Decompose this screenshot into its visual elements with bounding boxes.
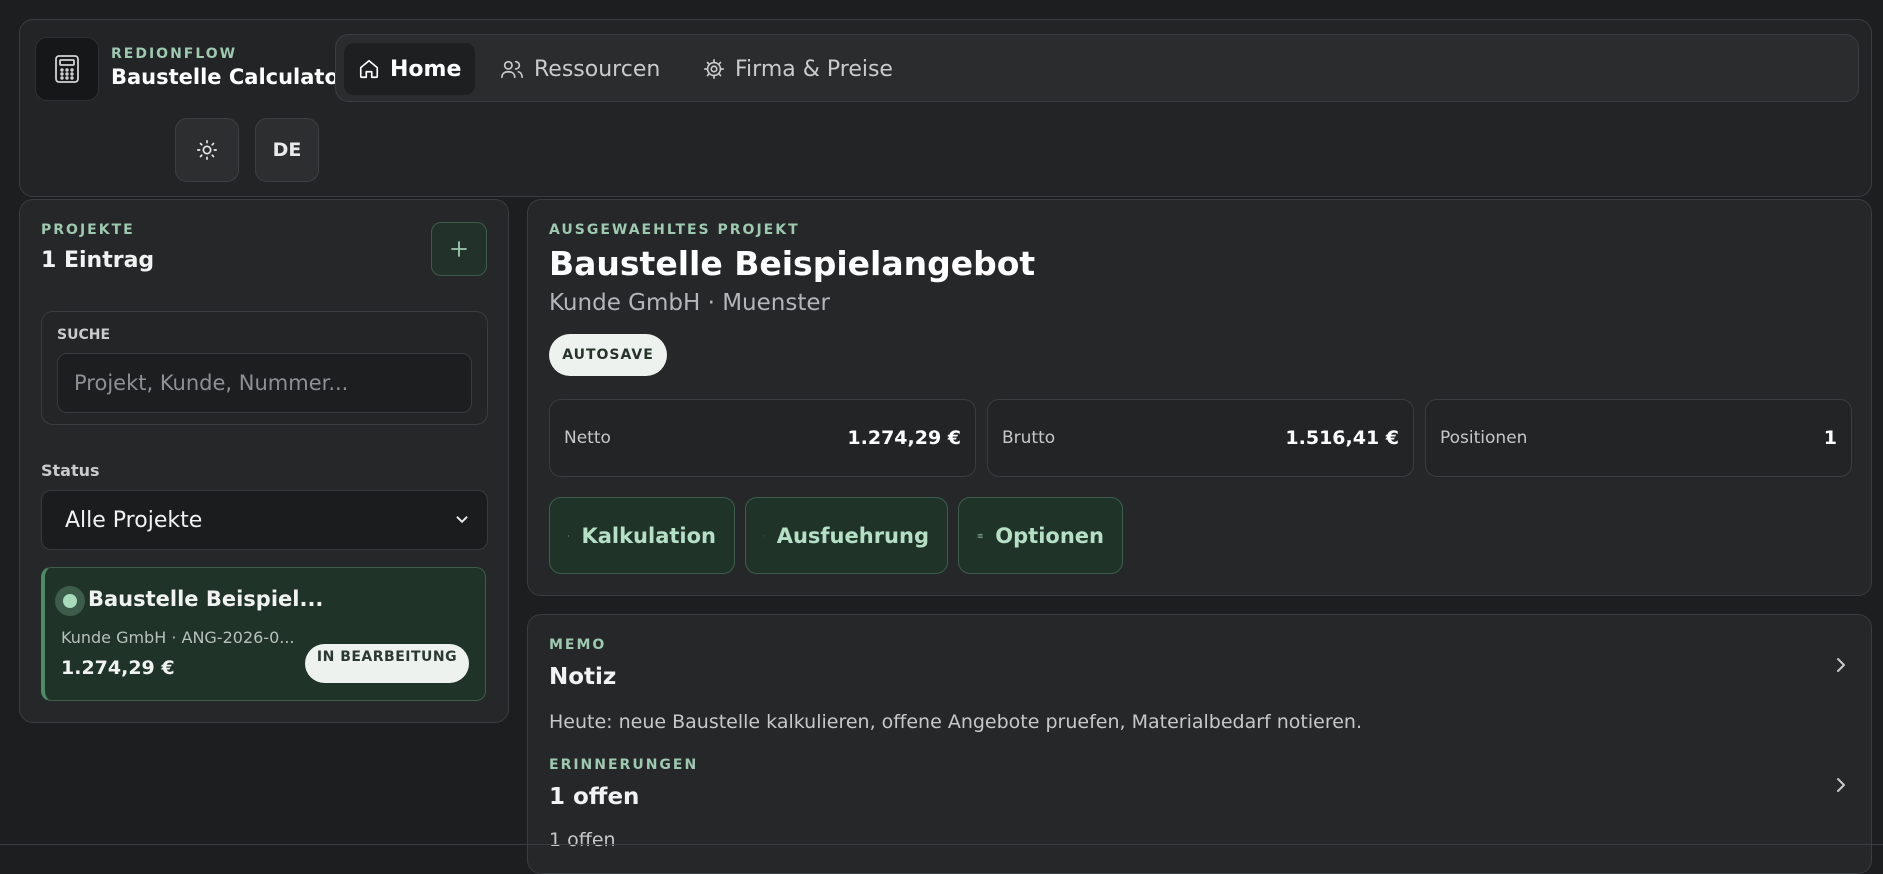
- status-badge: IN BEARBEITUNG: [305, 644, 469, 683]
- projects-sidebar: PROJEKTE 1 Eintrag SUCHE Status Alle Pro…: [19, 199, 509, 723]
- chevron-right-icon[interactable]: [1833, 655, 1849, 675]
- reminders-text: 1 offen: [549, 829, 616, 851]
- home-icon: [358, 58, 380, 80]
- selected-project-card: AUSGEWAEHLTES PROJEKT Baustelle Beispiel…: [527, 199, 1872, 596]
- selected-project-eyebrow: AUSGEWAEHLTES PROJEKT: [549, 222, 800, 238]
- memo-card: MEMO Notiz Heute: neue Baustelle kalkuli…: [527, 614, 1872, 874]
- theme-toggle-button[interactable]: [175, 118, 239, 182]
- status-select[interactable]: Alle Projekte: [41, 490, 488, 550]
- autosave-badge: AUTOSAVE: [549, 334, 667, 376]
- app-header: REDIONFLOW Baustelle Calculator Home Res…: [19, 19, 1872, 197]
- plus-icon: [449, 239, 469, 259]
- stat-positionen: Positionen 1: [1425, 399, 1852, 477]
- status-label: Status: [41, 461, 100, 480]
- document-icon: [568, 525, 569, 547]
- projects-count: 1 Eintrag: [41, 248, 154, 273]
- ausfuehrung-label: Ausfuehrung: [777, 524, 929, 548]
- kalkulation-button[interactable]: Kalkulation: [549, 497, 735, 574]
- stat-positionen-value: 1: [1824, 427, 1837, 449]
- calculator-icon: [35, 37, 99, 101]
- stat-brutto: Brutto 1.516,41 €: [987, 399, 1414, 477]
- optionen-button[interactable]: Optionen: [958, 497, 1123, 574]
- gear-icon: [703, 58, 725, 80]
- project-title: Baustelle Beispielangebot: [549, 244, 1035, 283]
- clipboard-icon: [764, 525, 765, 547]
- app-title: Baustelle Calculator: [111, 65, 349, 89]
- search-input[interactable]: [57, 353, 472, 413]
- nav-home-label: Home: [390, 57, 461, 82]
- stat-positionen-label: Positionen: [1440, 428, 1527, 448]
- search-label: SUCHE: [57, 327, 110, 343]
- memo-title: Notiz: [549, 664, 616, 690]
- add-project-button[interactable]: [431, 222, 487, 276]
- search-panel: SUCHE: [41, 311, 488, 425]
- users-icon: [500, 58, 524, 80]
- project-item-name: Baustelle Beispiel...: [88, 587, 323, 611]
- memo-text: Heute: neue Baustelle kalkulieren, offen…: [549, 711, 1362, 733]
- chevron-down-icon: [453, 511, 471, 529]
- status-dot: [55, 586, 85, 616]
- nav-ressourcen-label: Ressourcen: [534, 57, 660, 82]
- bottom-divider: [0, 844, 1883, 845]
- chevron-right-icon[interactable]: [1833, 775, 1849, 795]
- project-list-item[interactable]: Baustelle Beispiel... Kunde GmbH · ANG-2…: [41, 567, 486, 701]
- sliders-icon: [977, 525, 983, 547]
- stat-brutto-value: 1.516,41 €: [1285, 427, 1399, 449]
- stat-netto-value: 1.274,29 €: [847, 427, 961, 449]
- nav-firma-preise-label: Firma & Preise: [735, 57, 893, 82]
- project-item-subtitle: Kunde GmbH · ANG-2026-0...: [61, 628, 295, 647]
- memo-eyebrow: MEMO: [549, 637, 606, 653]
- project-item-price: 1.274,29 €: [61, 657, 175, 679]
- projects-eyebrow: PROJEKTE: [41, 222, 135, 238]
- language-button[interactable]: DE: [255, 118, 319, 182]
- nav-firma-preise[interactable]: Firma & Preise: [689, 43, 907, 95]
- optionen-label: Optionen: [995, 524, 1104, 548]
- ausfuehrung-button[interactable]: Ausfuehrung: [745, 497, 948, 574]
- stat-brutto-label: Brutto: [1002, 428, 1055, 448]
- reminders-eyebrow: ERINNERUNGEN: [549, 757, 698, 773]
- main-nav: Home Ressourcen Firma & Preise: [335, 34, 1859, 102]
- reminders-title: 1 offen: [549, 784, 639, 810]
- sun-icon: [196, 139, 218, 161]
- nav-home[interactable]: Home: [344, 43, 475, 95]
- status-selected-value: Alle Projekte: [65, 508, 202, 533]
- brand-eyebrow: REDIONFLOW: [111, 46, 237, 62]
- nav-ressourcen[interactable]: Ressourcen: [486, 43, 674, 95]
- stat-netto-label: Netto: [564, 428, 611, 448]
- stat-netto: Netto 1.274,29 €: [549, 399, 976, 477]
- kalkulation-label: Kalkulation: [581, 524, 716, 548]
- project-subtitle: Kunde GmbH · Muenster: [549, 290, 830, 316]
